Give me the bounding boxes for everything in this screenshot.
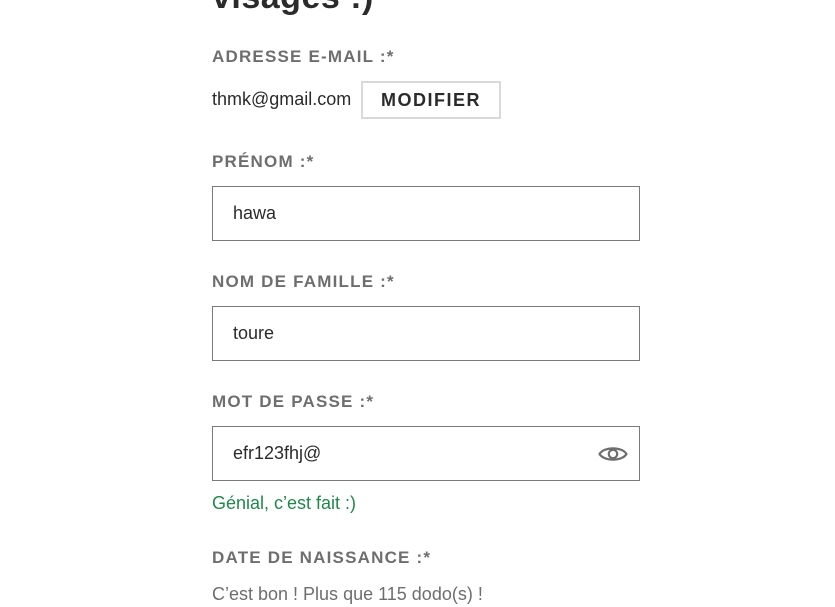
first-name-input[interactable]	[213, 187, 639, 240]
birth-date-note: C’est bon ! Plus que 115 dodo(s) !	[212, 584, 483, 604]
first-name-field-box	[212, 186, 640, 241]
last-name-field-box	[212, 306, 640, 361]
last-name-label: NOM DE FAMILLE :*	[212, 272, 395, 291]
email-label: ADRESSE E-MAIL :*	[212, 47, 395, 66]
birth-date-label: DATE DE NAISSANCE :*	[212, 548, 432, 567]
password-input[interactable]	[213, 427, 639, 480]
last-name-input[interactable]	[213, 307, 639, 360]
form-heading: visages :)	[212, 0, 374, 17]
password-field-box	[212, 426, 640, 481]
email-value: thmk@gmail.com	[212, 89, 352, 109]
account-form-page: visages :) ADRESSE E-MAIL :* thmk@gmail.…	[0, 0, 835, 607]
modify-email-button[interactable]: MODIFIER	[361, 81, 501, 119]
eye-icon[interactable]	[597, 439, 629, 469]
password-label: MOT DE PASSE :*	[212, 392, 375, 411]
password-success-message: Génial, c’est fait :)	[212, 493, 357, 513]
first-name-label: PRÉNOM :*	[212, 152, 315, 171]
